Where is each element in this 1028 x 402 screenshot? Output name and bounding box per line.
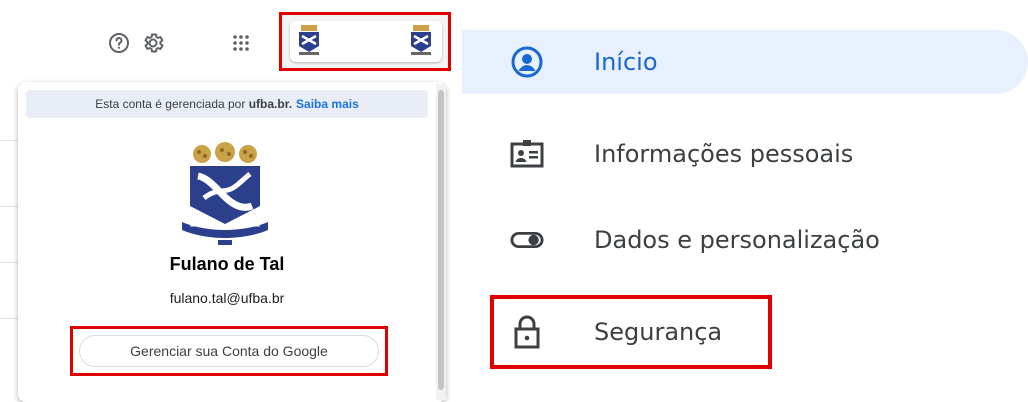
help-circle-icon[interactable] bbox=[106, 30, 132, 56]
user-email: fulano.tal@ufba.br bbox=[169, 290, 285, 306]
account-button[interactable] bbox=[290, 21, 442, 62]
managed-account-notice: Esta conta é gerenciada por ufba.br. Sai… bbox=[26, 90, 428, 118]
toggle-icon bbox=[510, 223, 544, 257]
top-bar bbox=[0, 0, 462, 88]
security-highlight bbox=[490, 295, 772, 369]
nav-label-dados-personalizacao: Dados e personalização bbox=[594, 226, 880, 254]
manage-account-highlight: Gerenciar sua Conta do Google bbox=[70, 326, 388, 376]
account-popup: Esta conta é gerenciada por ufba.br. Sai… bbox=[18, 82, 446, 402]
nav-item-informacoes-pessoais[interactable]: Informações pessoais bbox=[462, 124, 1028, 184]
popup-scrollbar[interactable] bbox=[436, 84, 446, 400]
apps-grid-icon[interactable] bbox=[228, 30, 254, 56]
account-nav: Início Informações pessoais Dados e pers… bbox=[462, 0, 1028, 388]
user-name: Fulano de Tal bbox=[169, 254, 285, 274]
id-card-icon bbox=[510, 137, 544, 171]
nav-label-inicio: Início bbox=[594, 48, 658, 76]
account-button-highlight bbox=[279, 12, 451, 71]
ufba-crest-avatar bbox=[182, 142, 268, 245]
ufba-crest-icon bbox=[299, 25, 319, 55]
nav-label-informacoes-pessoais: Informações pessoais bbox=[594, 140, 854, 168]
manage-google-account-button[interactable]: Gerenciar sua Conta do Google bbox=[79, 335, 379, 367]
learn-more-link[interactable]: Saiba mais bbox=[296, 97, 359, 111]
nav-item-dados-personalizacao[interactable]: Dados e personalização bbox=[462, 210, 1028, 270]
gear-icon[interactable] bbox=[140, 30, 166, 56]
background-content bbox=[0, 88, 19, 388]
ufba-crest-icon bbox=[411, 25, 431, 55]
person-circle-icon bbox=[510, 45, 544, 79]
managed-prefix: Esta conta é gerenciada por bbox=[95, 97, 246, 111]
managed-domain: ufba.br. bbox=[248, 97, 293, 111]
nav-item-inicio[interactable]: Início bbox=[462, 30, 1028, 94]
